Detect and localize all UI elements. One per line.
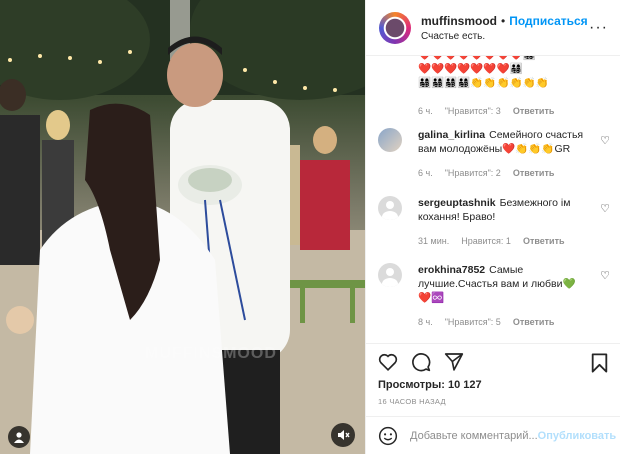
comment-text-line: 👨‍👩‍👧‍👦👨‍👩‍👧‍👦👨‍👩‍👧‍👦👨‍👩‍👧‍👦👏👏👏👏👏👏 xyxy=(418,77,549,89)
more-options-icon[interactable]: ··· xyxy=(589,19,608,37)
post-details-panel: muffinsmood • Подписаться Счастье есть. … xyxy=(365,0,620,454)
video-watermark: MUFFINSMOOD xyxy=(145,345,277,362)
bookmark-icon xyxy=(591,353,608,373)
author-avatar[interactable] xyxy=(379,11,411,44)
like-comment-heart-icon[interactable]: ♡ xyxy=(600,202,610,215)
reply-button[interactable]: Ответить xyxy=(513,168,555,178)
like-comment-heart-icon[interactable]: ♡ xyxy=(600,269,610,282)
views-count[interactable]: Просмотры: 10 127 xyxy=(366,379,620,391)
like-comment-heart-icon[interactable]: ♡ xyxy=(600,134,610,147)
commenter-avatar[interactable] xyxy=(378,128,402,152)
tagged-users-button[interactable] xyxy=(8,426,30,448)
comment-button[interactable] xyxy=(411,352,431,372)
emoji-button[interactable] xyxy=(378,426,398,446)
comment-item: sergeuptashnik Безмежного ім кохання! Бра… xyxy=(378,196,610,246)
post-video[interactable]: MUFFINSMOOD xyxy=(0,0,365,454)
commenter-avatar[interactable] xyxy=(378,196,402,220)
add-comment-bar: Добавьте комментарий... Опубликовать xyxy=(366,416,620,454)
comment-item: ❤️❤️❤️❤️❤️❤️❤️❤️👨‍👩‍👧‍👦 ❤️❤️❤️❤️❤️❤️❤️👨‍… xyxy=(418,56,588,119)
comment-time: 6 ч. xyxy=(418,106,433,116)
post-timestamp: 16 ЧАСОВ НАЗАД xyxy=(378,397,446,406)
video-frame xyxy=(0,0,365,454)
commenter-avatar[interactable] xyxy=(378,263,402,287)
reply-button[interactable]: Ответить xyxy=(513,317,555,327)
views-number: 10 127 xyxy=(447,379,482,391)
comment-item: erokhina7852 Самые лучшие.Счастья вам и л… xyxy=(378,263,610,327)
save-button[interactable] xyxy=(591,353,608,376)
comment-likes[interactable]: "Нравится": 5 xyxy=(445,317,501,327)
post-actions-bar xyxy=(366,343,620,379)
heart-icon xyxy=(378,353,398,371)
like-button[interactable] xyxy=(378,352,398,371)
follow-button[interactable]: Подписаться xyxy=(509,14,587,28)
reply-button[interactable]: Ответить xyxy=(523,236,565,246)
share-icon xyxy=(444,353,464,371)
comments-list[interactable]: ❤️❤️❤️❤️❤️❤️❤️❤️👨‍👩‍👧‍👦 ❤️❤️❤️❤️❤️❤️❤️👨‍… xyxy=(366,56,620,343)
speaker-muted-icon xyxy=(337,430,350,440)
post-caption: Счастье есть. xyxy=(421,30,486,42)
commenter-username[interactable]: sergeuptashnik xyxy=(418,197,496,209)
smiley-icon xyxy=(378,426,398,445)
comment-likes[interactable]: "Нравится": 2 xyxy=(445,168,501,178)
commenter-username[interactable]: galina_kirlina xyxy=(418,129,485,141)
comment-text-line: ❤️❤️❤️❤️❤️❤️❤️👨‍👩‍👧‍👦 xyxy=(418,63,523,75)
comment-time: 31 мин. xyxy=(418,236,450,246)
comment-time: 8 ч. xyxy=(418,317,433,327)
commenter-username[interactable]: erokhina7852 xyxy=(418,264,485,276)
publish-button[interactable]: Опубликовать xyxy=(538,430,617,442)
comment-likes[interactable]: "Нравится": 3 xyxy=(445,104,501,119)
post-header: muffinsmood • Подписаться Счастье есть. … xyxy=(366,0,620,56)
person-icon xyxy=(14,432,24,443)
reply-button[interactable]: Ответить xyxy=(513,104,555,119)
comment-icon xyxy=(412,352,431,371)
views-label: Просмотры: xyxy=(378,379,445,391)
share-button[interactable] xyxy=(444,352,464,371)
mute-button[interactable] xyxy=(331,423,355,447)
instagram-post: MUFFINSMOOD muffinsmood • Подписаться Сч… xyxy=(0,0,620,454)
author-username[interactable]: muffinsmood xyxy=(421,14,497,28)
comment-likes[interactable]: Нравится: 1 xyxy=(461,236,511,246)
comment-item: galina_kirlina Семейного счастья вам моло… xyxy=(378,128,610,178)
comment-time: 6 ч. xyxy=(418,168,433,178)
separator-dot: • xyxy=(501,13,506,28)
comment-input[interactable]: Добавьте комментарий... xyxy=(410,430,538,442)
